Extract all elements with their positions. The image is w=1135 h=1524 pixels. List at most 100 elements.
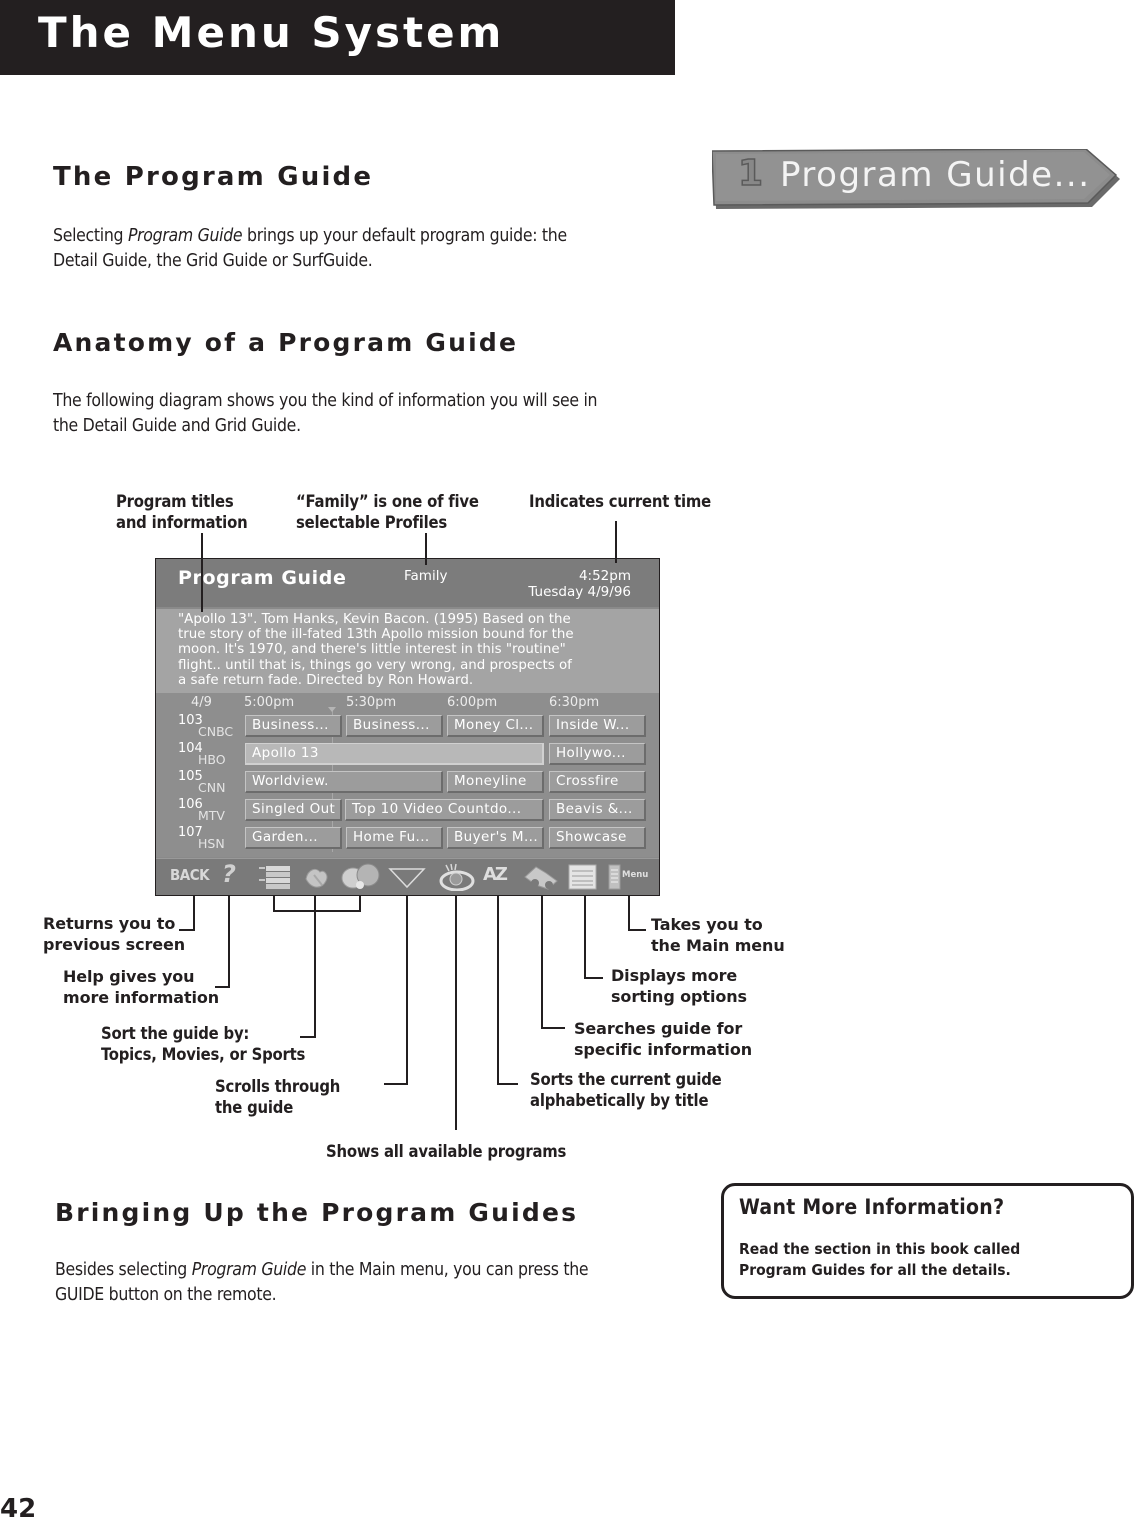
program-cell: Crossfire bbox=[549, 771, 646, 793]
help-icon: ? bbox=[222, 860, 236, 888]
text: The following diagram shows you the kind… bbox=[53, 391, 598, 411]
program-cell-selected: Apollo 13 bbox=[245, 743, 544, 765]
guide-header: Program Guide Family 4:52pm Tuesday 4/9/… bbox=[156, 559, 659, 607]
callout-line: Scrolls through bbox=[215, 1077, 341, 1096]
heading-program-guide: The Program Guide bbox=[53, 162, 374, 192]
callout-alpha-sort: Sorts the current guide alphabetically b… bbox=[530, 1069, 722, 1111]
guide-toolbar: BACK ? AZ Menu bbox=[156, 858, 659, 895]
callout-line: Sorts the current guide bbox=[530, 1070, 722, 1089]
program-description: "Apollo 13". Tom Hanks, Kevin Bacon. (19… bbox=[178, 612, 574, 688]
leader-scroll bbox=[384, 896, 408, 1085]
text: brings up your default program guide: th… bbox=[242, 226, 567, 246]
program-description-panel: "Apollo 13". Tom Hanks, Kevin Bacon. (19… bbox=[156, 609, 659, 693]
callout-line: Topics, Movies, or Sports bbox=[101, 1045, 306, 1064]
callout-line: sorting options bbox=[611, 987, 747, 1006]
callout-help: Help gives you more information bbox=[63, 966, 219, 1008]
channel-name: CNN bbox=[198, 780, 226, 795]
topics-icon bbox=[259, 866, 290, 889]
scroll-down-icon bbox=[388, 868, 426, 889]
time-slot: 5:30pm bbox=[346, 695, 397, 710]
info-box-title: Want More Information? bbox=[739, 1195, 1005, 1219]
callout-line: Indicates current time bbox=[529, 492, 712, 511]
menu-button-number: 1 bbox=[737, 152, 764, 195]
leader-sort bbox=[300, 896, 316, 1038]
leader-sorting-options bbox=[584, 896, 603, 979]
leader-sort-bracket bbox=[273, 896, 361, 912]
callout-sort-guide: Sort the guide by: Topics, Movies, or Sp… bbox=[101, 1023, 305, 1065]
date: Tuesday 4/9/96 bbox=[528, 584, 631, 600]
movies-icon bbox=[305, 868, 328, 888]
grid-date: 4/9 bbox=[191, 695, 212, 710]
program-cell: Business... bbox=[245, 715, 342, 737]
back-button: BACK bbox=[170, 866, 210, 884]
text: GUIDE button on the remote. bbox=[55, 1285, 277, 1305]
sports-icon bbox=[341, 863, 380, 889]
program-cell: Showcase bbox=[549, 827, 646, 849]
text: Besides selecting bbox=[55, 1260, 192, 1280]
channel-name: CNBC bbox=[198, 724, 234, 739]
page-number: 42 bbox=[0, 1494, 37, 1524]
current-time: 4:52pm Tuesday 4/9/96 bbox=[528, 568, 631, 600]
all-programs-icon bbox=[439, 863, 475, 891]
program-cell: Garden... bbox=[245, 827, 342, 849]
emphasis: Program Guide bbox=[191, 1260, 307, 1280]
program-cell: Beavis &... bbox=[549, 799, 646, 821]
a-z-sort-icon: AZ bbox=[483, 864, 508, 885]
callout-line: specific information bbox=[574, 1040, 753, 1059]
leader-search bbox=[541, 896, 565, 1029]
callout-program-titles: Program titles and information bbox=[116, 491, 248, 533]
time: 4:52pm bbox=[578, 568, 631, 584]
main-menu-icon bbox=[608, 864, 621, 890]
callout-line: and information bbox=[116, 513, 248, 532]
menu-label: Menu bbox=[622, 870, 649, 880]
text: Selecting bbox=[53, 226, 128, 246]
sorting-options-icon bbox=[568, 864, 597, 890]
time-slot: 6:30pm bbox=[549, 695, 600, 710]
callout-line: Program titles bbox=[116, 492, 234, 511]
text: Detail Guide, the Grid Guide or SurfGuid… bbox=[53, 251, 373, 271]
info-line: Read the section in this book called bbox=[739, 1240, 1021, 1258]
callout-line: Help gives you bbox=[63, 967, 195, 986]
callout-line: the guide bbox=[215, 1098, 294, 1117]
profile-indicator: Family bbox=[404, 568, 448, 584]
heading-anatomy: Anatomy of a Program Guide bbox=[53, 328, 519, 357]
callout-family-profile: “Family” is one of five selectable Profi… bbox=[296, 491, 479, 533]
leader-main-menu bbox=[628, 896, 646, 931]
callout-line: previous screen bbox=[43, 935, 186, 954]
callout-line: Sort the guide by: bbox=[101, 1024, 250, 1043]
callout-sorting-options: Displays more sorting options bbox=[611, 965, 747, 1007]
callout-line: “Family” is one of five bbox=[296, 492, 479, 511]
callout-line: Returns you to bbox=[43, 914, 176, 933]
time-slot: 5:00pm bbox=[244, 695, 295, 710]
program-cell: Buyer's M... bbox=[447, 827, 544, 849]
info-line: Program Guides for all the details. bbox=[739, 1261, 1011, 1279]
program-cell: Business... bbox=[346, 715, 443, 737]
callout-line: Shows all available programs bbox=[326, 1142, 567, 1161]
bringing-up-body: Besides selecting Program Guide in the M… bbox=[55, 1258, 695, 1308]
search-binoculars-icon bbox=[524, 866, 558, 890]
menu-button-label: Program Guide... bbox=[780, 155, 1091, 195]
channel-name: HSN bbox=[198, 836, 225, 851]
program-guide-menu-button: 1 Program Guide... bbox=[711, 148, 1122, 211]
program-cell: Money Cl... bbox=[447, 715, 544, 737]
callout-returns: Returns you to previous screen bbox=[43, 913, 185, 955]
program-cell: Hollywo... bbox=[549, 743, 646, 765]
callout-line: alphabetically by title bbox=[530, 1091, 709, 1110]
text: the Detail Guide and Grid Guide. bbox=[53, 416, 301, 436]
info-box-text: Read the section in this book called Pro… bbox=[739, 1239, 1020, 1281]
program-grid: 4/9 5:00pm 5:30pm 6:00pm 6:30pm 103 CNBC… bbox=[156, 693, 659, 857]
guide-title: Program Guide bbox=[178, 567, 347, 589]
text: in the Main menu, you can press the bbox=[306, 1260, 589, 1280]
callout-line: more information bbox=[63, 988, 220, 1007]
callout-line: selectable Profiles bbox=[296, 513, 448, 532]
time-slot: 6:00pm bbox=[447, 695, 498, 710]
anatomy-body: The following diagram shows you the kind… bbox=[53, 389, 733, 439]
program-cell: Moneyline bbox=[447, 771, 544, 793]
program-guide-screen: Program Guide Family 4:52pm Tuesday 4/9/… bbox=[155, 558, 660, 896]
page-header-title: The Menu System bbox=[38, 8, 505, 57]
callout-scrolls: Scrolls through the guide bbox=[215, 1076, 340, 1118]
more-info-box: Want More Information? Read the section … bbox=[721, 1183, 1134, 1299]
emphasis: Program Guide bbox=[127, 226, 243, 246]
callout-main-menu: Takes you to the Main menu bbox=[651, 914, 785, 956]
callout-line: Takes you to bbox=[651, 915, 763, 934]
